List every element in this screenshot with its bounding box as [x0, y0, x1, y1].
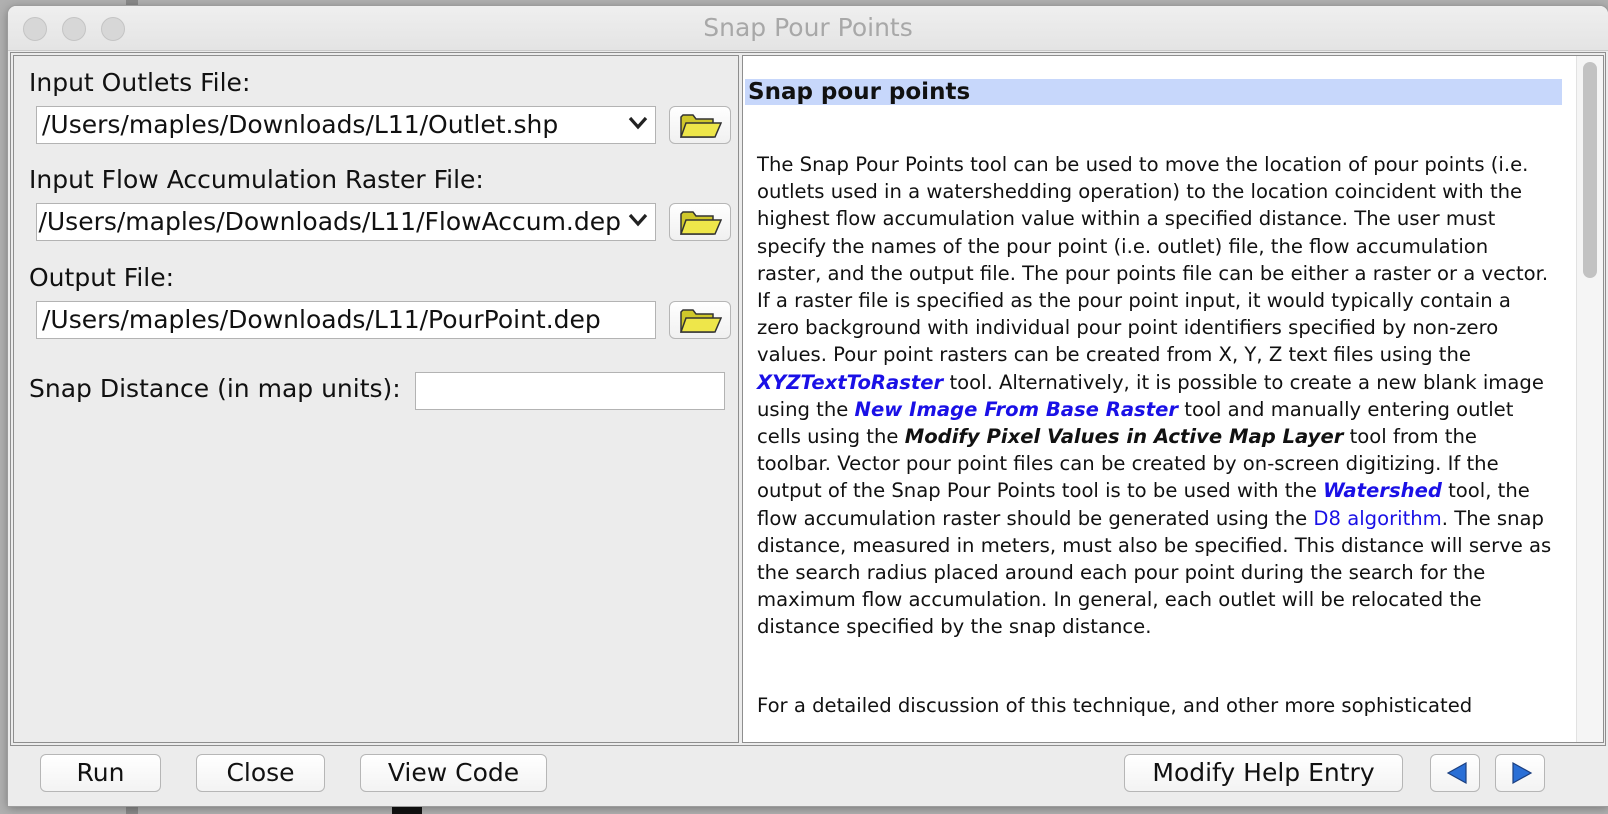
- xyz-text-to-raster-link[interactable]: XYZTextToRaster: [757, 371, 943, 394]
- parameters-panel: Input Outlets File: /Users/maples/Downlo…: [13, 55, 739, 743]
- view-code-button[interactable]: View Code: [360, 754, 547, 792]
- help-text-run: The Snap Pour Points tool can be used to…: [757, 153, 1549, 367]
- folder-open-icon: [680, 211, 722, 235]
- help-heading: Snap pour points: [745, 79, 1562, 105]
- chevron-down-icon[interactable]: [625, 204, 651, 240]
- input-outlets-combo[interactable]: /Users/maples/Downloads/L11/Outlet.shp: [36, 106, 656, 144]
- browse-flow-accumulation-button[interactable]: [669, 203, 731, 241]
- d8-algorithm-link[interactable]: D8 algorithm: [1313, 507, 1441, 530]
- snap-distance-field[interactable]: [415, 372, 725, 410]
- watershed-link[interactable]: Watershed: [1323, 479, 1442, 502]
- help-scrollbar-thumb[interactable]: [1583, 62, 1597, 278]
- modify-pixel-values-emphasis: Modify Pixel Values in Active Map Layer: [904, 425, 1344, 449]
- browse-output-button[interactable]: [669, 301, 731, 339]
- input-flow-accumulation-combo[interactable]: /Users/maples/Downloads/L11/FlowAccum.de…: [36, 203, 656, 241]
- input-flow-accumulation-label: Input Flow Accumulation Raster File:: [29, 165, 484, 194]
- input-flow-accumulation-value: /Users/maples/Downloads/L11/FlowAccum.de…: [38, 207, 621, 236]
- run-button[interactable]: Run: [40, 754, 161, 792]
- help-scrollbar[interactable]: [1576, 56, 1603, 742]
- folder-open-icon: [680, 309, 722, 333]
- snap-distance-label: Snap Distance (in map units):: [29, 374, 401, 403]
- help-paragraph: The Snap Pour Points tool can be used to…: [757, 151, 1557, 641]
- chevron-down-icon[interactable]: [625, 107, 651, 143]
- title-bar[interactable]: Snap Pour Points: [8, 6, 1608, 51]
- help-panel: Snap pour points The Snap Pour Points to…: [742, 55, 1604, 743]
- help-forward-button[interactable]: [1495, 754, 1545, 792]
- help-paragraph-2: For a detailed discussion of this techni…: [757, 693, 1473, 717]
- snap-pour-points-dialog: Snap Pour Points Input Outlets File: /Us…: [8, 6, 1608, 806]
- window-title: Snap Pour Points: [703, 13, 913, 42]
- left-arrow-icon: [1446, 761, 1467, 785]
- output-file-field[interactable]: /Users/maples/Downloads/L11/PourPoint.de…: [36, 301, 656, 339]
- button-bar: Run Close View Code Modify Help Entry: [8, 746, 1608, 806]
- close-button[interactable]: Close: [196, 754, 325, 792]
- folder-open-icon: [680, 114, 722, 138]
- right-arrow-icon: [1512, 761, 1533, 785]
- dialog-content: Input Outlets File: /Users/maples/Downlo…: [10, 52, 1606, 746]
- input-outlets-label: Input Outlets File:: [29, 68, 251, 97]
- new-image-from-base-raster-link[interactable]: New Image From Base Raster: [855, 398, 1179, 421]
- modify-help-entry-button[interactable]: Modify Help Entry: [1124, 754, 1403, 792]
- output-file-label: Output File:: [29, 263, 175, 292]
- input-outlets-value: /Users/maples/Downloads/L11/Outlet.shp: [42, 110, 559, 139]
- help-text: The Snap Pour Points tool can be used to…: [757, 151, 1557, 719]
- browse-outlets-button[interactable]: [669, 106, 731, 144]
- help-back-button[interactable]: [1430, 754, 1480, 792]
